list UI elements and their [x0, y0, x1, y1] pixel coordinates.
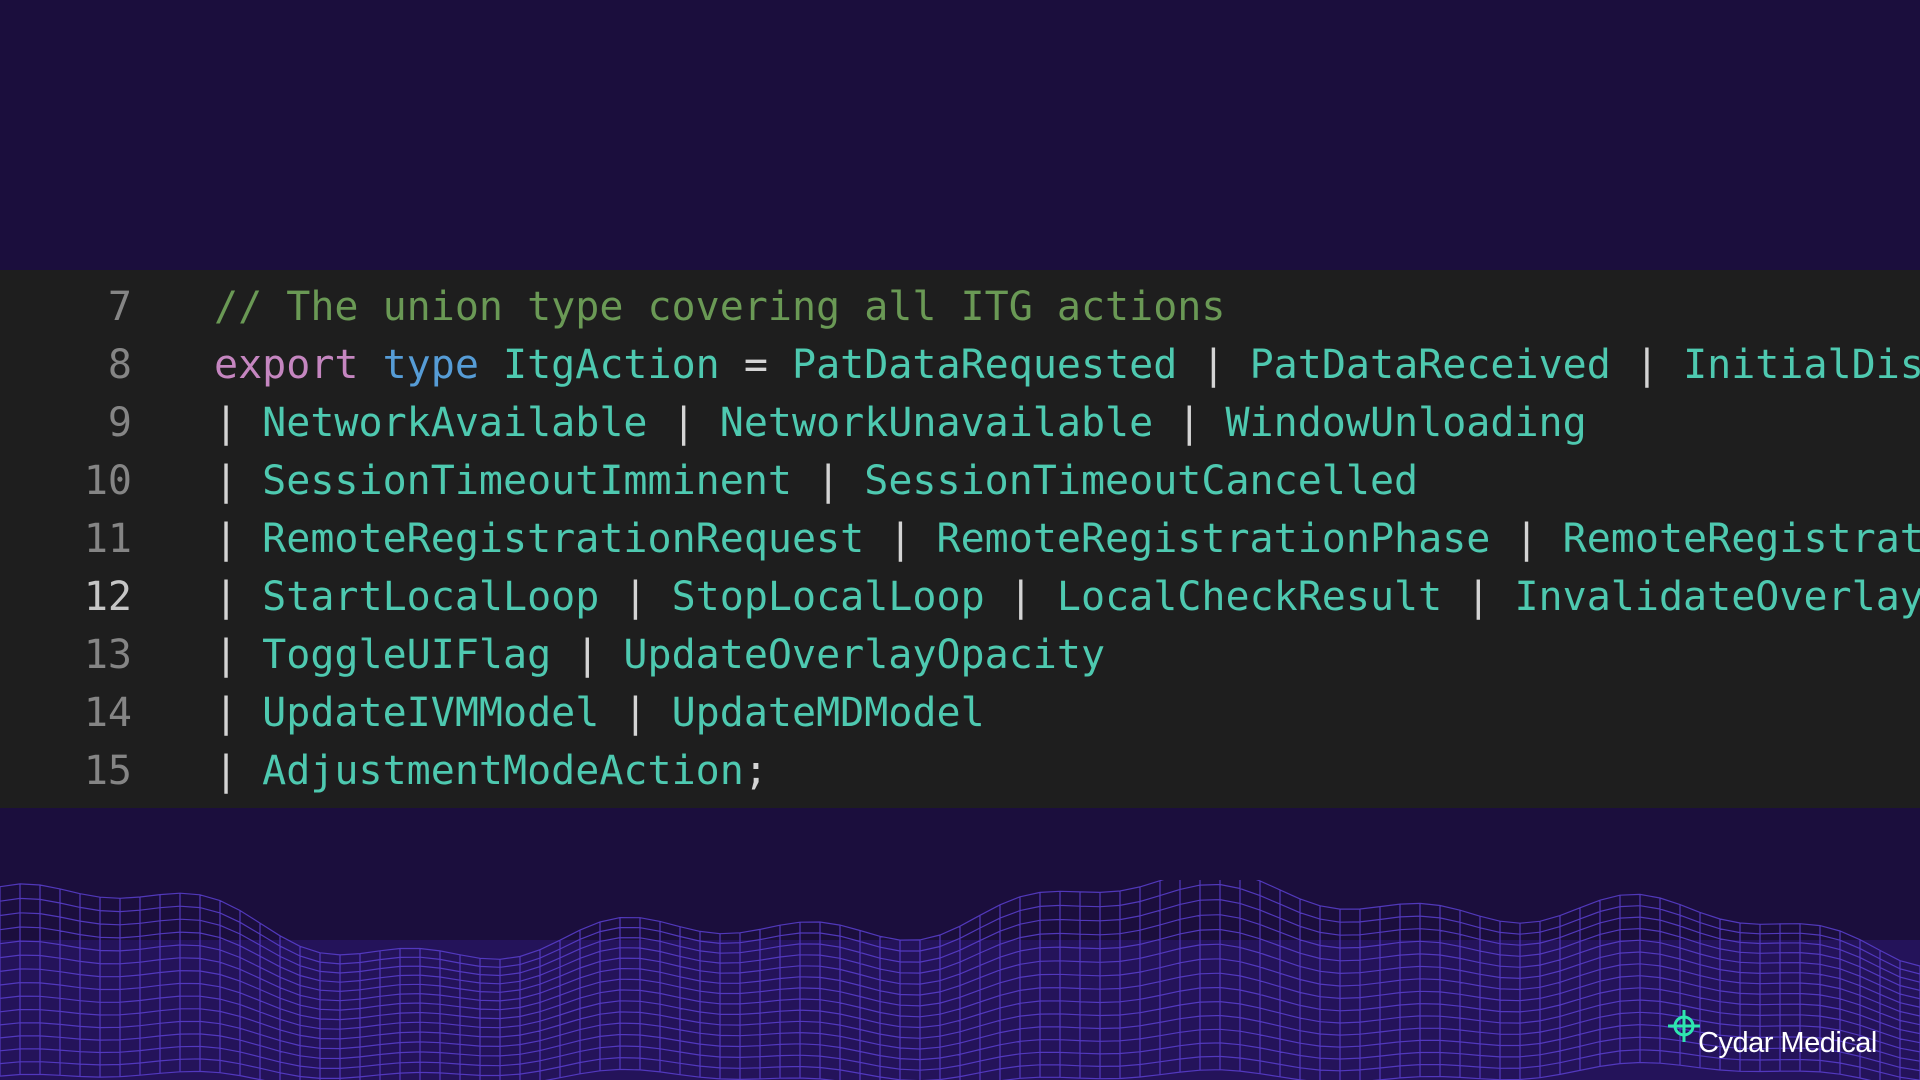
- code-token: |: [1610, 342, 1684, 388]
- code-token: |: [1442, 574, 1515, 620]
- line-number: 15: [83, 748, 132, 794]
- wireframe-terrain: [0, 880, 1920, 1080]
- code-token: |: [214, 458, 263, 504]
- code-token: |: [1177, 342, 1250, 388]
- code-token: |: [214, 516, 263, 562]
- code-token: UpdateIVMModel: [262, 690, 600, 736]
- code-line: 9 | NetworkAvailable | NetworkUnavailable…: [0, 394, 1920, 452]
- code-token: ItgAction: [503, 342, 720, 388]
- code-token: export: [214, 342, 359, 388]
- code-token: RemoteRegistrationPhase: [936, 516, 1491, 562]
- code-token: UpdateOverlayOpacity: [623, 632, 1106, 678]
- code-token: SessionTimeoutCancelled: [864, 458, 1419, 504]
- code-token: |: [599, 690, 672, 736]
- code-text: export type ItgAction = PatDataRequested…: [214, 342, 1920, 388]
- code-line: 8 export type ItgAction = PatDataRequeste…: [0, 336, 1920, 394]
- code-token: StartLocalLoop: [262, 574, 600, 620]
- code-token: NetworkAvailable: [262, 400, 648, 446]
- code-token: |: [551, 632, 624, 678]
- code-token: SessionTimeoutImminent: [262, 458, 792, 504]
- code-token: |: [1153, 400, 1226, 446]
- code-text: | StartLocalLoop | StopLocalLoop | Local…: [214, 574, 1920, 620]
- code-token: StopLocalLoop: [671, 574, 985, 620]
- line-number: 9: [107, 400, 132, 446]
- line-number: 7: [107, 284, 132, 330]
- code-token: ToggleUIFlag: [262, 632, 552, 678]
- code-token: |: [599, 574, 672, 620]
- code-token: |: [791, 458, 865, 504]
- code-token: AdjustmentModeAction: [262, 748, 744, 794]
- code-token: RemoteRegistration: [1562, 516, 1920, 562]
- code-line: 12 | StartLocalLoop | StopLocalLoop | Loc…: [0, 568, 1920, 626]
- logo-text: Cydar Medical: [1698, 1027, 1877, 1059]
- code-token: // The union type covering all ITG actio…: [214, 284, 1226, 330]
- code-token: |: [984, 574, 1057, 620]
- code-line: 13 | ToggleUIFlag | UpdateOverlayOpacity: [0, 626, 1920, 684]
- code-token: |: [214, 400, 263, 446]
- code-text: // The union type covering all ITG actio…: [214, 284, 1225, 330]
- cydar-medical-logo: Cydar Medical: [1666, 1002, 1906, 1062]
- code-token: |: [214, 632, 263, 678]
- code-token: PatDataRequested: [792, 342, 1178, 388]
- code-token: ;: [743, 748, 768, 794]
- code-text: | RemoteRegistrationRequest | RemoteRegi…: [214, 516, 1920, 562]
- code-token: LocalCheckResult: [1056, 574, 1443, 620]
- code-line: 10 | SessionTimeoutImminent | SessionTime…: [0, 452, 1920, 510]
- code-token: |: [214, 748, 263, 794]
- code-token: RemoteRegistrationRequest: [262, 516, 865, 562]
- code-line: 11 | RemoteRegistrationRequest | RemoteRe…: [0, 510, 1920, 568]
- code-editor: 7 // The union type covering all ITG acti…: [0, 270, 1920, 808]
- code-line: 7 // The union type covering all ITG acti…: [0, 278, 1920, 336]
- line-number: 14: [83, 690, 132, 736]
- code-line: 15 | AdjustmentModeAction;: [0, 742, 1920, 800]
- code-token: InvalidateOverlay: [1514, 574, 1920, 620]
- line-number: 12: [83, 574, 132, 620]
- code-token: UpdateMDModel: [671, 690, 985, 736]
- code-text: | ToggleUIFlag | UpdateOverlayOpacity: [214, 632, 1105, 678]
- code-text: | UpdateIVMModel | UpdateMDModel: [214, 690, 985, 736]
- code-token: InitialDispla: [1683, 342, 1920, 388]
- code-token: NetworkUnavailable: [719, 400, 1154, 446]
- line-number: 8: [107, 342, 132, 388]
- code-text: | SessionTimeoutImminent | SessionTimeou…: [214, 458, 1418, 504]
- code-token: |: [647, 400, 720, 446]
- code-line: 14 | UpdateIVMModel | UpdateMDModel: [0, 684, 1920, 742]
- code-token: |: [214, 574, 263, 620]
- code-token: WindowUnloading: [1225, 400, 1587, 446]
- line-number: 10: [83, 458, 132, 504]
- code-text: | NetworkAvailable | NetworkUnavailable …: [214, 400, 1587, 446]
- code-token: type: [382, 342, 479, 388]
- line-number: 11: [83, 516, 132, 562]
- code-token: PatDataReceived: [1249, 342, 1611, 388]
- code-token: =: [719, 342, 793, 388]
- code-text: | AdjustmentModeAction;: [214, 748, 768, 794]
- code-token: |: [1490, 516, 1563, 562]
- line-number: 13: [83, 632, 132, 678]
- code-token: |: [214, 690, 263, 736]
- code-token: |: [864, 516, 937, 562]
